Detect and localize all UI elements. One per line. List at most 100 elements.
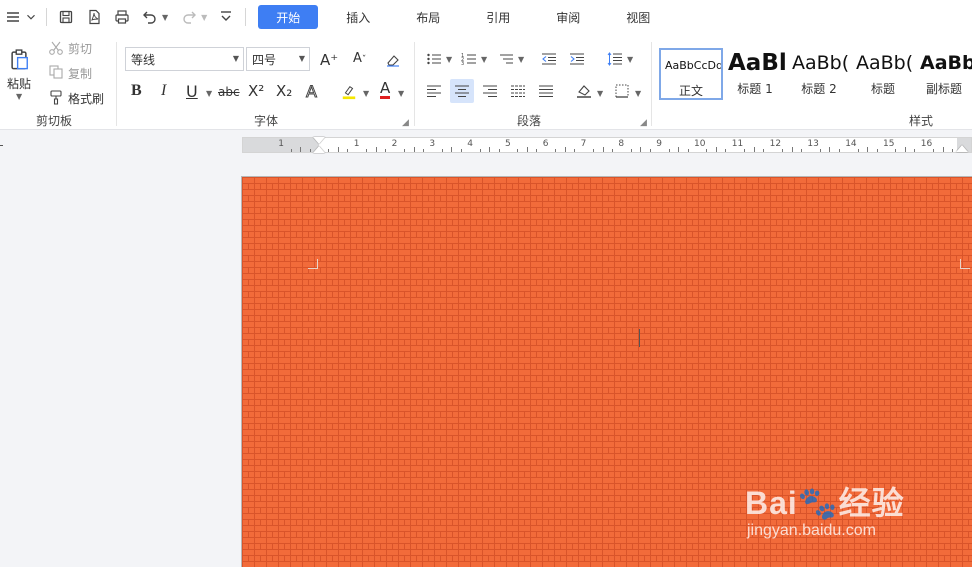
ruler-tick: [498, 149, 500, 152]
ruler-tick: [337, 147, 339, 152]
hanging-indent-handle[interactable]: [313, 146, 325, 153]
underline-dropdown-icon[interactable]: ▼: [206, 89, 212, 98]
decrease-indent-icon[interactable]: [540, 50, 558, 68]
redo-icon[interactable]: [178, 6, 200, 28]
italic-button[interactable]: I: [161, 82, 166, 100]
ruler-tick: [649, 149, 651, 152]
ruler-tick: [753, 147, 755, 152]
style-sample: AaBl: [728, 50, 786, 76]
print-icon[interactable]: [111, 6, 133, 28]
ruler-tick: [517, 149, 519, 152]
style-subtitle[interactable]: AaBb 副标题: [916, 48, 972, 100]
ruler-tick: [564, 147, 566, 152]
strikethrough-button[interactable]: abc: [218, 85, 240, 99]
hamburger-menu-icon[interactable]: [2, 6, 24, 28]
divider: [46, 8, 47, 26]
ruler-tick: [375, 147, 377, 152]
underline-button[interactable]: U: [186, 82, 198, 101]
document-page[interactable]: [241, 176, 972, 567]
ruler-number: 7: [580, 139, 587, 149]
tab-references[interactable]: 引用: [478, 5, 518, 29]
justify-icon[interactable]: [536, 81, 556, 101]
tab-view[interactable]: 视图: [618, 5, 658, 29]
clipboard-group-label: 剪切板: [36, 114, 73, 128]
borders-dropdown-icon[interactable]: ▼: [635, 89, 641, 98]
paragraph-dialog-launcher-icon[interactable]: ◢: [640, 118, 647, 128]
ruler-tick: [300, 147, 302, 152]
shading-icon[interactable]: [574, 81, 594, 101]
paste-dropdown-icon[interactable]: ▼: [16, 92, 22, 101]
highlight-icon[interactable]: [340, 82, 358, 102]
paste-icon[interactable]: [6, 46, 32, 72]
numbered-list-dropdown-icon[interactable]: ▼: [481, 55, 487, 64]
ruler-tick: [857, 149, 859, 152]
style-heading-2[interactable]: AaBb( 标题 2: [788, 48, 850, 100]
font-color-button[interactable]: A: [380, 80, 391, 99]
ruler-tick: [725, 149, 727, 152]
superscript-button[interactable]: X²: [248, 82, 264, 100]
chevron-down-icon: ▼: [298, 54, 305, 63]
cut-button[interactable]: 剪切: [68, 40, 92, 57]
shading-dropdown-icon[interactable]: ▼: [597, 89, 603, 98]
save-icon[interactable]: [55, 6, 77, 28]
grow-font-button[interactable]: A⁺: [320, 51, 338, 69]
margin-corner-mark: [960, 259, 970, 269]
paste-button[interactable]: 粘贴: [7, 75, 31, 92]
undo-dropdown-icon[interactable]: ▼: [162, 13, 168, 22]
multilevel-list-icon[interactable]: [497, 50, 515, 68]
bullet-list-dropdown-icon[interactable]: ▼: [446, 55, 452, 64]
divider: [651, 42, 652, 126]
borders-icon[interactable]: [612, 81, 632, 101]
align-left-icon[interactable]: [424, 81, 444, 101]
ruler-tick: [942, 147, 944, 152]
copy-icon[interactable]: [48, 64, 64, 80]
style-name: 副标题: [925, 82, 962, 96]
tab-layout[interactable]: 布局: [408, 5, 448, 29]
divider: [116, 42, 117, 126]
first-line-indent-handle[interactable]: [313, 137, 325, 144]
chevron-down-icon[interactable]: [24, 6, 38, 28]
format-painter-icon[interactable]: [48, 89, 64, 105]
cut-icon[interactable]: [48, 40, 64, 56]
menu-bar: ▼ ▼ 开始 插入 布局 引用 审阅 视图: [0, 0, 972, 34]
style-heading-1[interactable]: AaBl 标题 1: [724, 48, 786, 100]
export-pdf-icon[interactable]: [83, 6, 105, 28]
horizontal-ruler[interactable]: 1 1 2 3 4 5 6 7 8 9 10 11 12 13 14 15 16: [242, 137, 972, 153]
copy-button[interactable]: 复制: [68, 65, 92, 82]
line-spacing-dropdown-icon[interactable]: ▼: [627, 55, 633, 64]
shrink-font-button[interactable]: Aˇ: [353, 51, 366, 66]
tab-insert[interactable]: 插入: [338, 5, 378, 29]
font-dialog-launcher-icon[interactable]: ◢: [402, 118, 409, 128]
font-size-select[interactable]: 四号 ▼: [246, 47, 310, 71]
ruler-tick: [413, 147, 415, 152]
highlight-dropdown-icon[interactable]: ▼: [363, 89, 369, 98]
distribute-icon[interactable]: [508, 81, 528, 101]
font-name-select[interactable]: 等线 ▼: [125, 47, 244, 71]
line-spacing-icon[interactable]: [606, 50, 624, 68]
bullet-list-icon[interactable]: [425, 50, 443, 68]
ruler-number: 10: [694, 139, 706, 149]
numbered-list-icon[interactable]: 123: [460, 50, 478, 68]
style-name: 标题: [870, 82, 895, 96]
style-normal[interactable]: AaBbCcDd 正文: [659, 48, 723, 100]
undo-icon[interactable]: [139, 6, 161, 28]
ruler-tick: [555, 149, 557, 152]
format-painter-button[interactable]: 格式刷: [68, 90, 104, 107]
bold-button[interactable]: B: [131, 82, 142, 100]
font-color-dropdown-icon[interactable]: ▼: [398, 89, 404, 98]
ruler-tick: [460, 149, 462, 152]
redo-dropdown-icon[interactable]: ▼: [201, 13, 207, 22]
align-right-icon[interactable]: [480, 81, 500, 101]
tab-review[interactable]: 审阅: [548, 5, 588, 29]
right-indent-handle[interactable]: [956, 145, 968, 152]
subscript-button[interactable]: X₂: [276, 82, 292, 100]
ruler-tick: [602, 147, 604, 152]
style-title[interactable]: AaBb( 标题: [852, 48, 914, 100]
clear-format-icon[interactable]: [385, 52, 401, 68]
align-center-icon[interactable]: [450, 79, 474, 103]
tab-home[interactable]: 开始: [258, 5, 319, 29]
increase-indent-icon[interactable]: [568, 50, 586, 68]
multilevel-list-dropdown-icon[interactable]: ▼: [518, 55, 524, 64]
customize-toolbar-icon[interactable]: [215, 6, 237, 28]
text-effects-button[interactable]: A: [306, 82, 318, 102]
